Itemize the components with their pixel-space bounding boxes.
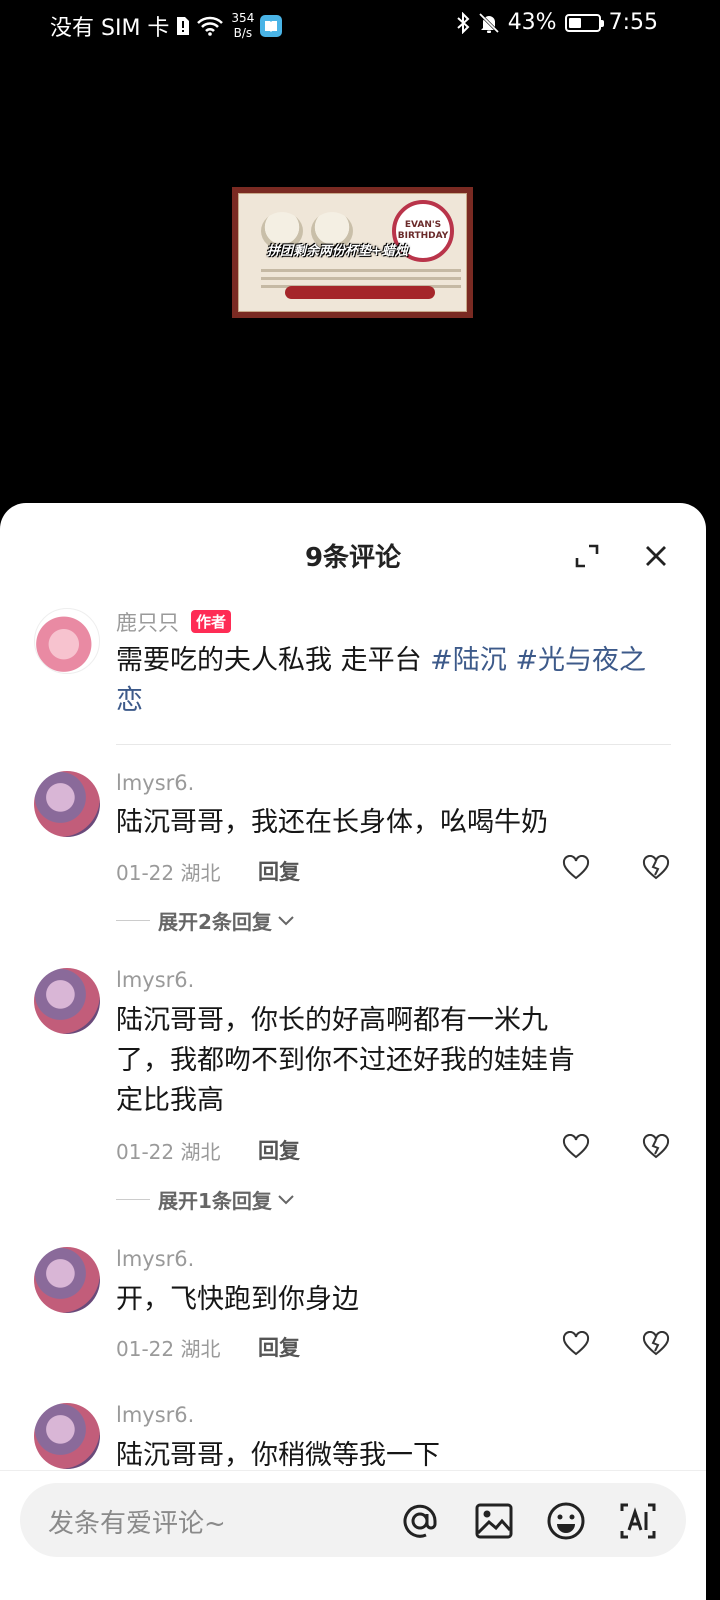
comment-meta: 01-22 湖北 [116, 1333, 220, 1362]
comment-date: 01-22 [116, 1140, 175, 1164]
commenter-username[interactable]: lmysr6. [116, 771, 194, 795]
sim-alert-icon [175, 16, 191, 36]
comment-location: 湖北 [180, 1337, 221, 1361]
book-app-icon [260, 15, 283, 37]
chevron-down-icon [278, 1194, 294, 1204]
status-right: 43% 7:55 [456, 10, 658, 35]
image-icon[interactable] [474, 1501, 514, 1541]
network-speed: 354 B/s [231, 11, 254, 41]
expand-replies-button[interactable]: 展开2条回复 [116, 906, 296, 935]
reply-button[interactable]: 回复 [258, 1135, 300, 1165]
wifi-icon [197, 16, 224, 36]
thumbnail-image: EVAN'S BIRTHDAY 拼团剩余两份杯垫+蜡烛 [238, 193, 467, 312]
comment-text-line: 定比我高 [116, 1085, 224, 1116]
close-icon[interactable] [643, 543, 669, 569]
expand-line [116, 1199, 150, 1200]
comment-input-placeholder: 发条有爱评论~ [48, 1509, 226, 1539]
comment-text: 开，飞快跑到你身边 [116, 1284, 359, 1315]
expand-replies-label: 展开2条回复 [158, 910, 272, 934]
mute-bell-icon [478, 12, 500, 34]
commenter-avatar[interactable] [34, 771, 100, 837]
post-text: 需要吃的夫人私我 走平台 [116, 645, 431, 676]
broken-heart-icon[interactable] [642, 1330, 670, 1357]
commenter-avatar[interactable] [34, 1403, 100, 1469]
comment-text: 陆沉哥哥，我还在长身体，吆喝牛奶 [116, 807, 548, 838]
commenter-avatar[interactable] [34, 1247, 100, 1313]
speed-unit: B/s [233, 26, 253, 40]
chevron-down-icon [278, 915, 294, 925]
comment-date: 01-22 [116, 1337, 175, 1361]
ai-icon[interactable] [618, 1501, 658, 1541]
comment-meta: 01-22 湖北 [116, 1136, 220, 1165]
author-post-text: 需要吃的夫人私我 走平台 #陆沉 #光与夜之恋 [116, 641, 661, 721]
at-icon[interactable] [400, 1501, 440, 1541]
battery-fill [568, 17, 581, 28]
expand-replies-label: 展开1条回复 [158, 1189, 272, 1213]
divider [116, 744, 671, 745]
commenter-avatar[interactable] [34, 968, 100, 1034]
commenter-username[interactable]: lmysr6. [116, 1247, 194, 1271]
bluetooth-icon [456, 11, 470, 34]
product-label-bar [285, 286, 435, 299]
reply-button[interactable]: 回复 [258, 856, 300, 886]
comment-text: 陆沉哥哥，你长的好高啊都有一米九 了，我都吻不到你不过还好我的娃娃肯 定比我高 [116, 1001, 661, 1121]
comment-date: 01-22 [116, 861, 175, 885]
clock: 7:55 [608, 10, 658, 35]
comment-meta: 01-22 湖北 [116, 857, 220, 886]
broken-heart-icon[interactable] [642, 1133, 670, 1160]
emoji-icon[interactable] [546, 1501, 586, 1541]
comment-input[interactable]: 发条有爱评论~ [20, 1483, 686, 1557]
comment-location: 湖北 [180, 861, 221, 885]
heart-icon[interactable] [562, 854, 590, 881]
hashtag-link[interactable]: #陆沉 [430, 645, 507, 676]
comments-sheet: 9条评论 鹿只只 作者 需要吃的夫人私我 走平台 #陆沉 #光与夜之恋 lmys… [0, 503, 706, 1600]
author-username[interactable]: 鹿只只 [116, 607, 179, 637]
expand-replies-button[interactable]: 展开1条回复 [116, 1185, 296, 1214]
author-tag: 作者 [191, 610, 232, 633]
video-thumbnail[interactable]: EVAN'S BIRTHDAY 拼团剩余两份杯垫+蜡烛 [232, 187, 473, 318]
broken-heart-icon[interactable] [642, 854, 670, 881]
heart-icon[interactable] [562, 1133, 590, 1160]
video-caption: 拼团剩余两份杯垫+蜡烛 [267, 244, 408, 259]
expand-icon[interactable] [574, 543, 600, 569]
commenter-username[interactable]: lmysr6. [116, 968, 194, 992]
comment-location: 湖北 [180, 1140, 221, 1164]
expand-line [116, 920, 150, 921]
carrier-text: 没有 SIM 卡 [50, 16, 170, 41]
comment-input-bar: 发条有爱评论~ [0, 1470, 706, 1600]
battery-percent: 43% [507, 10, 557, 35]
comment-text-line: 陆沉哥哥，你长的好高啊都有一米九 [116, 1005, 548, 1036]
heart-icon[interactable] [562, 1330, 590, 1357]
commenter-username[interactable]: lmysr6. [116, 1403, 194, 1427]
reply-button[interactable]: 回复 [258, 1332, 300, 1362]
battery-icon [564, 13, 604, 32]
comment-text-line: 了，我都吻不到你不过还好我的娃娃肯 [116, 1045, 575, 1076]
status-bar: 没有 SIM 卡 354 B/s 43% 7:55 [0, 0, 720, 50]
author-avatar[interactable] [34, 608, 100, 674]
status-left: 没有 SIM 卡 354 B/s [50, 10, 283, 42]
comment-count-title: 9条评论 [304, 543, 402, 573]
speed-value: 354 [231, 11, 255, 25]
